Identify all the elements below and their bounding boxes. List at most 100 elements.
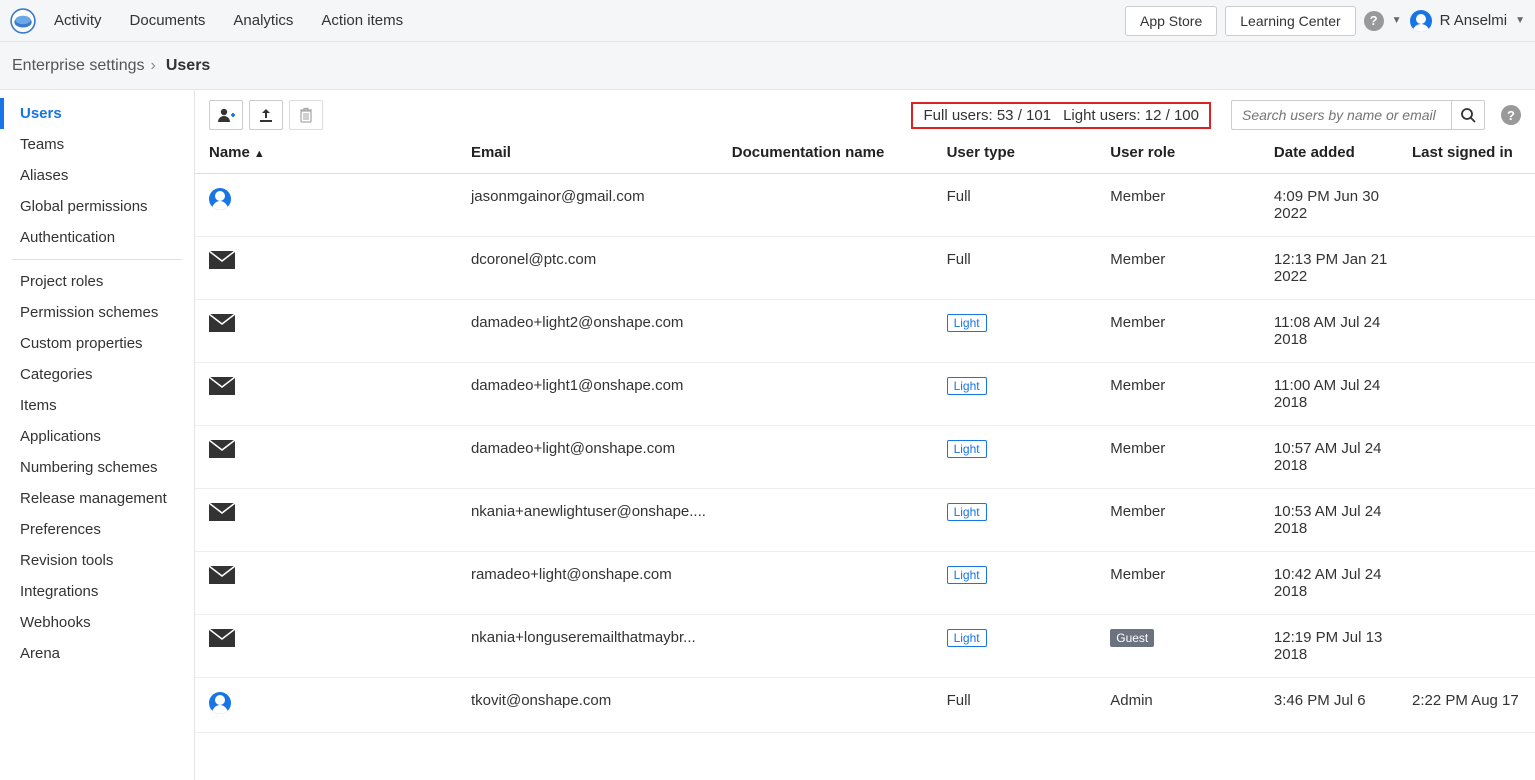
cell-date-added: 4:09 PM Jun 30 2022 [1264,174,1402,237]
top-right: App Store Learning Center ? ▼ R Anselmi … [1125,6,1525,36]
sidebar-item-items[interactable]: Items [0,390,194,421]
cell-user-role: Admin [1100,678,1264,733]
cell-date-added: 12:13 PM Jan 21 2022 [1264,237,1402,300]
cell-doc-name [722,678,937,733]
col-doc-name[interactable]: Documentation name [722,136,937,174]
breadcrumb-root[interactable]: Enterprise settings [12,57,145,75]
sidebar-item-revision-tools[interactable]: Revision tools [0,545,194,576]
sidebar-item-custom-properties[interactable]: Custom properties [0,328,194,359]
light-badge: Light [947,377,987,395]
nav-analytics[interactable]: Analytics [233,12,293,29]
search-button[interactable] [1451,100,1485,130]
cell-doc-name [722,300,937,363]
cell-email: damadeo+light2@onshape.com [461,300,722,363]
nav-activity[interactable]: Activity [54,12,102,29]
sidebar-item-categories[interactable]: Categories [0,359,194,390]
cell-email: jasonmgainor@gmail.com [461,174,722,237]
light-badge: Light [947,566,987,584]
col-name[interactable]: Name▲ [195,136,461,174]
cell-user-type: Light [937,300,1101,363]
table-row[interactable]: ramadeo+light@onshape.comLightMember10:4… [195,552,1535,615]
cell-last-signed [1402,426,1535,489]
table-row[interactable]: nkania+anewlightuser@onshape....LightMem… [195,489,1535,552]
table-row[interactable]: damadeo+light@onshape.comLightMember10:5… [195,426,1535,489]
sidebar-item-global-permissions[interactable]: Global permissions [0,191,194,222]
cell-last-signed [1402,489,1535,552]
nav-documents[interactable]: Documents [130,12,206,29]
search [1231,100,1485,130]
user-avatar-icon [209,692,231,714]
users-table: Name▲ Email Documentation name User type… [195,136,1535,733]
cell-doc-name [722,489,937,552]
current-user-avatar[interactable] [1410,10,1432,32]
cell-user-type: Full [937,678,1101,733]
cell-date-added: 3:46 PM Jul 6 [1264,678,1402,733]
mail-icon [209,566,235,584]
sidebar-item-numbering-schemes[interactable]: Numbering schemes [0,452,194,483]
cell-email: damadeo+light1@onshape.com [461,363,722,426]
light-users-count: Light users: 12 / 100 [1063,107,1199,124]
table-row[interactable]: tkovit@onshape.com FullAdmin3:46 PM Jul 6… [195,678,1535,733]
user-counts: Full users: 53 / 101 Light users: 12 / 1… [911,102,1211,129]
nav-action-items[interactable]: Action items [321,12,403,29]
current-user-name[interactable]: R Anselmi [1440,12,1508,29]
light-badge: Light [947,314,987,332]
breadcrumb: Enterprise settings › Users [0,42,1535,90]
cell-last-signed [1402,363,1535,426]
col-user-role[interactable]: User role [1100,136,1264,174]
cell-email: nkania+anewlightuser@onshape.... [461,489,722,552]
sidebar-item-preferences[interactable]: Preferences [0,514,194,545]
sidebar-item-arena[interactable]: Arena [0,638,194,669]
sidebar-item-integrations[interactable]: Integrations [0,576,194,607]
sidebar-item-permission-schemes[interactable]: Permission schemes [0,297,194,328]
cell-user-type: Full [937,174,1101,237]
user-dropdown-caret[interactable]: ▼ [1515,15,1525,26]
help-icon[interactable]: ? [1364,11,1384,31]
cell-user-role: Member [1100,489,1264,552]
upload-button[interactable] [249,100,283,130]
cell-user-type: Light [937,615,1101,678]
col-user-type[interactable]: User type [937,136,1101,174]
app-logo[interactable] [10,8,36,34]
users-table-wrap: Name▲ Email Documentation name User type… [195,136,1535,780]
table-row[interactable]: damadeo+light1@onshape.comLightMember11:… [195,363,1535,426]
sidebar-item-aliases[interactable]: Aliases [0,160,194,191]
cell-date-added: 10:57 AM Jul 24 2018 [1264,426,1402,489]
page-help-icon[interactable]: ? [1501,105,1521,125]
sidebar-item-release-management[interactable]: Release management [0,483,194,514]
full-users-count: Full users: 53 / 101 [923,107,1051,124]
mail-icon [209,629,235,647]
add-user-button[interactable] [209,100,243,130]
sidebar-item-applications[interactable]: Applications [0,421,194,452]
breadcrumb-current: Users [166,57,210,75]
cell-email: tkovit@onshape.com [461,678,722,733]
table-row[interactable]: damadeo+light2@onshape.comLightMember11:… [195,300,1535,363]
col-date-added[interactable]: Date added [1264,136,1402,174]
sidebar-item-users[interactable]: Users [0,98,194,129]
mail-icon [209,314,235,332]
sidebar-item-project-roles[interactable]: Project roles [0,266,194,297]
app-store-button[interactable]: App Store [1125,6,1217,36]
search-input[interactable] [1231,100,1451,130]
chevron-right-icon: › [151,57,156,75]
table-row[interactable]: nkania+longuseremailthatmaybr...LightGue… [195,615,1535,678]
table-row[interactable]: dcoronel@ptc.comFullMember12:13 PM Jan 2… [195,237,1535,300]
table-row[interactable]: jasonmgainor@gmail.comFullMember4:09 PM … [195,174,1535,237]
cell-user-role: Member [1100,426,1264,489]
col-last-signed[interactable]: Last signed in [1402,136,1535,174]
content: UsersTeamsAliasesGlobal permissionsAuthe… [0,90,1535,780]
mail-icon [209,377,235,395]
top-nav: Activity Documents Analytics Action item… [0,0,1535,42]
delete-button[interactable] [289,100,323,130]
main: Full users: 53 / 101 Light users: 12 / 1… [195,90,1535,780]
help-dropdown-caret[interactable]: ▼ [1392,15,1402,26]
light-badge: Light [947,629,987,647]
cell-last-signed [1402,552,1535,615]
sidebar-item-webhooks[interactable]: Webhooks [0,607,194,638]
sidebar-item-authentication[interactable]: Authentication [0,222,194,253]
col-email[interactable]: Email [461,136,722,174]
sidebar-item-teams[interactable]: Teams [0,129,194,160]
learning-center-button[interactable]: Learning Center [1225,6,1355,36]
cell-email: damadeo+light@onshape.com [461,426,722,489]
mail-icon [209,503,235,521]
